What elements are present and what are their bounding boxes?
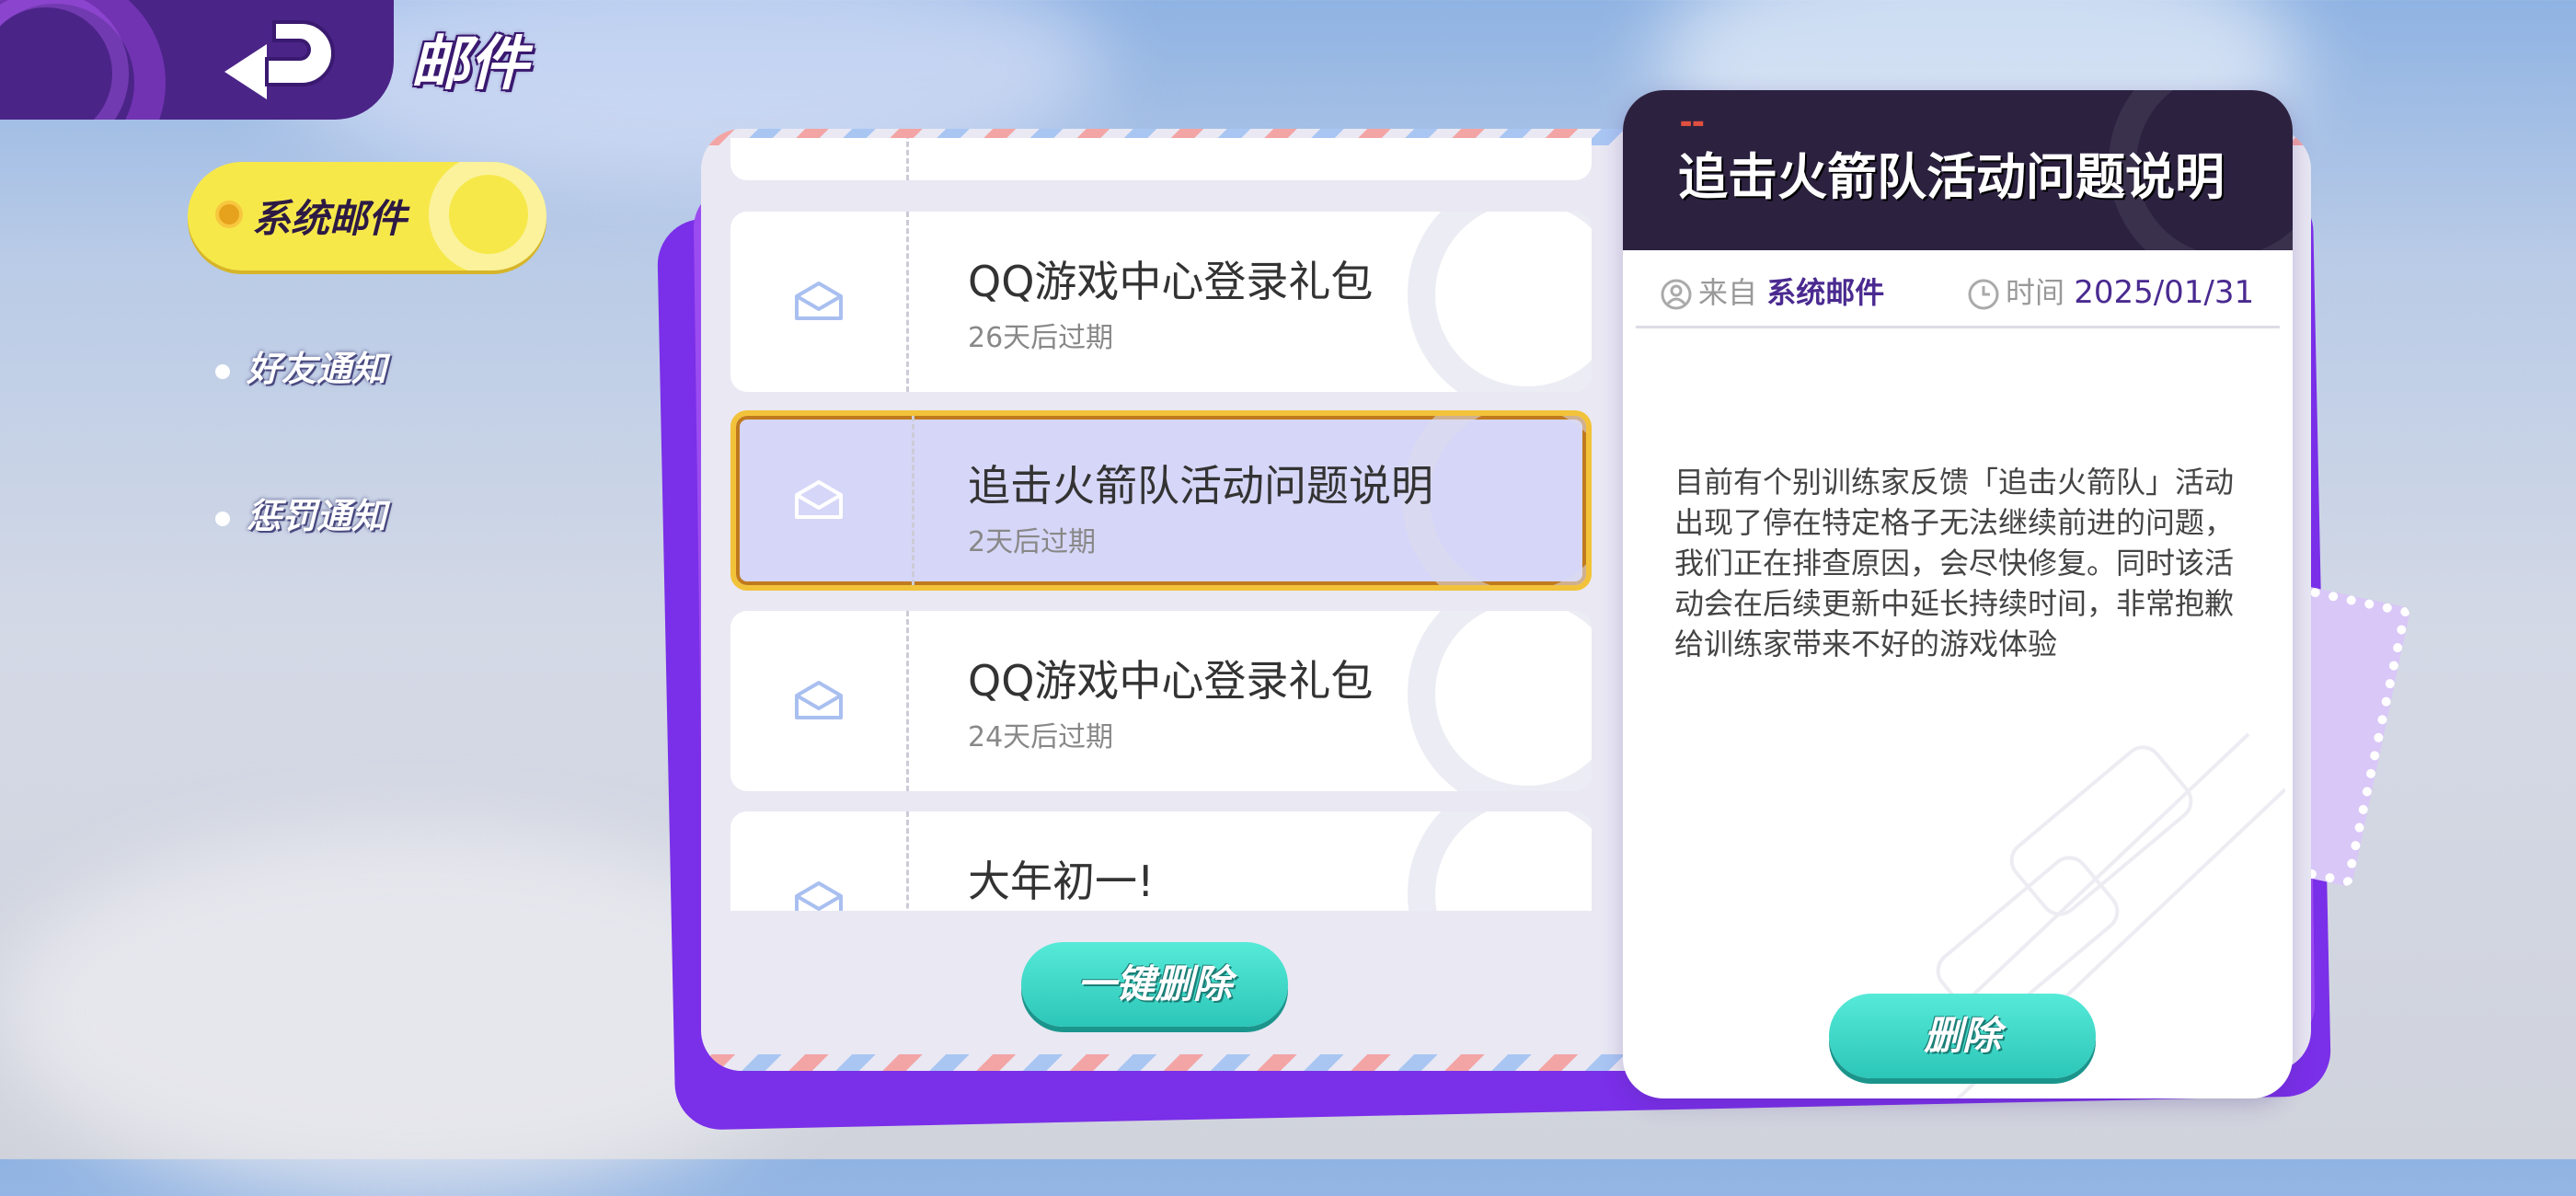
delete-all-button[interactable]: 一键删除: [1021, 942, 1288, 1027]
back-arrow-icon[interactable]: [219, 15, 339, 107]
pokeball-decoration: [1408, 811, 1592, 911]
detail-time: 时间 2025/01/31: [1967, 265, 2254, 320]
mail-expire: 2天后过期: [968, 526, 1097, 558]
sidebar-item-label: 系统邮件: [252, 196, 408, 241]
mail-icon-zone: [730, 212, 909, 392]
mail-expire: 24天后过期: [968, 721, 1114, 753]
mail-title: 追击火箭队活动问题说明: [968, 461, 1433, 511]
detail-title: 追击火箭队活动问题说明: [1678, 148, 2225, 206]
user-icon: [1661, 279, 1692, 310]
mail-expire: 26天后过期: [968, 322, 1114, 354]
mail-title: 大年初一!: [968, 857, 1155, 906]
list-item-selected[interactable]: 追击火箭队活动问题说明 2天后过期: [730, 410, 1592, 591]
divider: [1636, 326, 2280, 328]
sidebar-item-label: 惩罚通知: [247, 496, 387, 536]
from-label: 来自: [1698, 275, 1758, 310]
sidebar-item-label: 好友通知: [247, 349, 387, 389]
mail-icon-zone: [730, 138, 909, 180]
logo-tag: ▬▬: [1680, 116, 1705, 131]
pokeball-icon: [215, 201, 243, 228]
envelope-icon: [795, 681, 843, 719]
clock-icon: [1968, 279, 1999, 310]
mail-list[interactable]: QQ游戏中心登录礼包 26天后过期 追击火箭队活动问题说明 2天后过期 QQ游戏…: [730, 138, 1592, 911]
envelope-icon: [795, 881, 843, 911]
bullet-icon: [215, 363, 230, 379]
back-tab[interactable]: [0, 0, 394, 120]
list-item[interactable]: 大年初一!: [730, 811, 1592, 911]
sidebar-item-system-mail[interactable]: 系统邮件: [188, 162, 546, 270]
mail-icon-zone: [736, 416, 914, 585]
mail-detail-panel: ▬▬ 追击火箭队活动问题说明 来自 系统邮件 时间 2025/01/31 目前有…: [1623, 90, 2293, 1098]
pokeball-decoration: [429, 162, 546, 270]
envelope-icon: [795, 282, 843, 320]
list-item[interactable]: QQ游戏中心登录礼包 24天后过期: [730, 611, 1592, 791]
mail-icon-zone: [730, 811, 909, 911]
detail-body: 目前有个别训练家反馈「追击火箭队」活动出现了停在特定格子无法继续前进的问题，我们…: [1674, 465, 2235, 661]
mail-title: QQ游戏中心登录礼包: [968, 656, 1374, 706]
bullet-icon: [215, 511, 230, 526]
list-item-partial: [730, 138, 1592, 180]
time-label: 时间: [2006, 275, 2065, 310]
mail-title: QQ游戏中心登录礼包: [968, 257, 1374, 306]
detail-from: 来自 系统邮件: [1660, 265, 1884, 320]
mail-icon-zone: [730, 611, 909, 791]
sidebar-item-penalty-notice[interactable]: 惩罚通知: [215, 488, 386, 538]
pokeball-decoration: [1408, 611, 1592, 791]
page-title: 邮件: [410, 30, 528, 98]
time-value: 2025/01/31: [2074, 274, 2255, 311]
sidebar-item-friend-notice[interactable]: 好友通知: [215, 340, 386, 391]
from-value: 系统邮件: [1766, 275, 1885, 310]
pokeball-decoration: [1408, 212, 1592, 392]
envelope-icon: [795, 480, 843, 519]
list-item[interactable]: QQ游戏中心登录礼包 26天后过期: [730, 212, 1592, 392]
detail-header: ▬▬ 追击火箭队活动问题说明: [1623, 90, 2293, 250]
delete-button[interactable]: 删除: [1829, 994, 2096, 1078]
